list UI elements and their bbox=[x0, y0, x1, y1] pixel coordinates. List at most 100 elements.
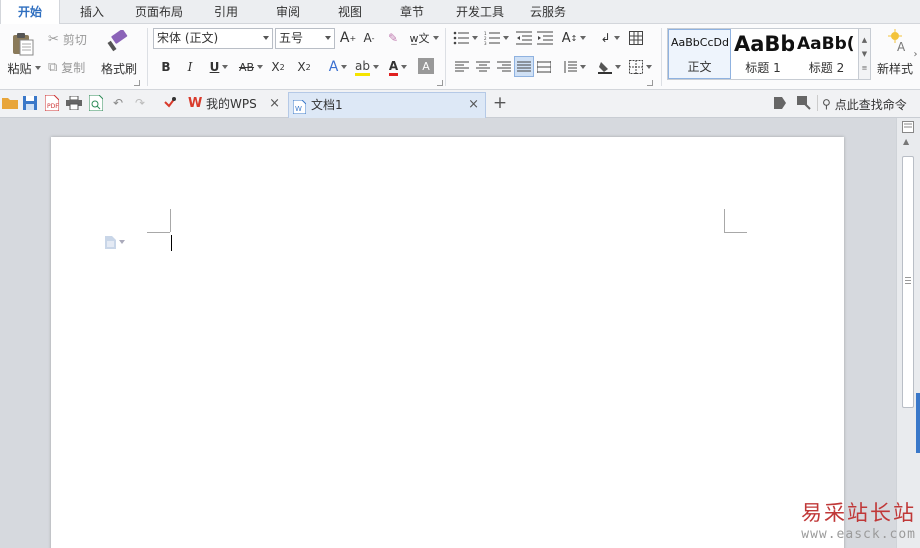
format-painter-icon[interactable] bbox=[104, 28, 132, 56]
share-icon[interactable] bbox=[796, 95, 812, 111]
clear-format-icon[interactable]: ✎ bbox=[384, 29, 402, 47]
side-panel-toggle[interactable] bbox=[916, 393, 920, 453]
justify-icon[interactable] bbox=[514, 56, 534, 77]
bold-icon[interactable]: B bbox=[157, 58, 175, 76]
borders-icon[interactable] bbox=[627, 58, 653, 76]
strikethrough-icon[interactable]: AB bbox=[236, 58, 266, 76]
highlight-icon[interactable]: ab bbox=[353, 58, 381, 76]
font-family-value: 宋体 (正文) bbox=[157, 31, 219, 45]
close-icon[interactable]: × bbox=[468, 93, 479, 117]
tab-page-layout[interactable]: 页面布局 bbox=[124, 0, 194, 24]
font-size-select[interactable]: 五号 bbox=[275, 28, 335, 49]
tab-references[interactable]: 引用 bbox=[196, 0, 256, 24]
table-icon[interactable] bbox=[627, 29, 645, 47]
scroll-thumb[interactable] bbox=[902, 156, 914, 408]
style-preview: AaBbCcDd bbox=[671, 36, 729, 49]
change-case-icon[interactable]: A ↕ bbox=[561, 29, 587, 47]
tab-home[interactable]: 开始 bbox=[0, 0, 60, 25]
divider bbox=[817, 95, 818, 111]
superscript-icon[interactable]: X2 bbox=[269, 58, 287, 76]
paste-label: 粘贴 bbox=[7, 61, 32, 76]
wps-logo-icon: W bbox=[188, 96, 203, 111]
bullet-list-icon[interactable] bbox=[451, 29, 479, 47]
export-pdf-icon[interactable]: PDF bbox=[44, 95, 60, 111]
numbered-list-icon[interactable]: 123 bbox=[482, 29, 510, 47]
scissors-icon: ✂ bbox=[48, 31, 59, 47]
chevron-up-icon[interactable]: ▲ bbox=[862, 36, 867, 44]
font-color-icon[interactable]: A bbox=[384, 58, 412, 76]
styles-scroll[interactable]: ▲ ▼ ≡ bbox=[859, 28, 871, 80]
format-painter-label: 格式刷 bbox=[100, 61, 137, 76]
undo-icon[interactable]: ↶ bbox=[110, 95, 126, 111]
new-style-icon[interactable]: A bbox=[886, 28, 912, 54]
copy-button[interactable]: ⧉ 复制 bbox=[48, 58, 96, 76]
paragraph-handle[interactable] bbox=[105, 235, 133, 249]
tab-cloud[interactable]: 云服务 bbox=[518, 0, 578, 24]
divider bbox=[661, 28, 662, 86]
style-heading-1[interactable]: AaBb 标题 1 bbox=[732, 29, 794, 79]
close-icon[interactable]: × bbox=[269, 92, 280, 116]
align-center-icon[interactable] bbox=[474, 58, 492, 76]
style-heading-2[interactable]: AaBb( 标题 2 bbox=[795, 29, 858, 79]
vertical-scrollbar[interactable]: ▲ bbox=[896, 118, 920, 548]
new-style-label: 新样式 bbox=[877, 61, 914, 76]
chevron-down-icon[interactable]: ▼ bbox=[862, 50, 867, 58]
copy-label: 复制 bbox=[61, 60, 86, 75]
tab-document-1[interactable]: W 文档1 × bbox=[288, 92, 486, 118]
split-view-icon[interactable] bbox=[902, 121, 914, 133]
style-normal[interactable]: AaBbCcDd 正文 bbox=[668, 29, 731, 79]
paste-icon[interactable] bbox=[6, 30, 40, 58]
paragraph-marks-icon[interactable]: ↲ bbox=[597, 29, 623, 47]
new-tab-icon[interactable]: + bbox=[492, 93, 508, 113]
underline-icon[interactable]: U bbox=[205, 58, 233, 76]
tab-view[interactable]: 视图 bbox=[320, 0, 380, 24]
tab-label: 我的WPS bbox=[206, 97, 257, 111]
redo-icon[interactable]: ↷ bbox=[132, 95, 148, 111]
print-icon[interactable] bbox=[66, 95, 82, 111]
italic-icon[interactable]: I bbox=[181, 58, 199, 76]
font-family-select[interactable]: 宋体 (正文) bbox=[153, 28, 273, 49]
format-painter-button[interactable]: 格式刷 bbox=[98, 59, 140, 77]
new-style-button[interactable]: 新样式 bbox=[877, 59, 920, 77]
grow-font-icon[interactable]: A + bbox=[339, 29, 357, 47]
scroll-up-icon[interactable]: ▲ bbox=[903, 137, 909, 146]
clipboard-launcher-icon[interactable] bbox=[134, 80, 140, 86]
watermark-title: 易采站长站 bbox=[801, 501, 916, 525]
save-icon[interactable] bbox=[22, 95, 38, 111]
cut-button[interactable]: ✂ 剪切 bbox=[48, 30, 96, 48]
text-caret bbox=[171, 235, 172, 251]
subscript-icon[interactable]: X2 bbox=[295, 58, 313, 76]
font-launcher-icon[interactable] bbox=[437, 80, 443, 86]
command-search[interactable]: ⚲ 点此查找命令 bbox=[822, 95, 920, 113]
pinyin-guide-icon[interactable]: w̲文 bbox=[409, 29, 439, 47]
paste-button[interactable]: 粘贴 bbox=[4, 59, 44, 77]
ribbon-more-icon[interactable]: › bbox=[911, 48, 920, 60]
collaboration-icon[interactable] bbox=[773, 95, 789, 111]
copy-icon: ⧉ bbox=[48, 59, 58, 75]
align-left-icon[interactable] bbox=[453, 58, 471, 76]
document-page[interactable] bbox=[51, 137, 844, 548]
paragraph-launcher-icon[interactable] bbox=[647, 80, 653, 86]
distributed-icon[interactable] bbox=[535, 58, 553, 76]
margin-mark bbox=[170, 209, 171, 232]
text-effect-icon[interactable]: A bbox=[325, 58, 351, 76]
tab-my-wps[interactable]: W 我的WPS × bbox=[184, 92, 286, 118]
shading-icon[interactable] bbox=[596, 58, 622, 76]
decrease-indent-icon[interactable] bbox=[515, 29, 533, 47]
shrink-font-icon[interactable]: A- bbox=[360, 29, 378, 47]
open-folder-icon[interactable] bbox=[2, 95, 18, 111]
increase-indent-icon[interactable] bbox=[536, 29, 554, 47]
pin-icon[interactable] bbox=[162, 95, 178, 111]
tab-section[interactable]: 章节 bbox=[382, 0, 442, 24]
print-preview-icon[interactable] bbox=[88, 95, 104, 111]
style-preview: AaBb( bbox=[797, 34, 855, 54]
align-right-icon[interactable] bbox=[495, 58, 513, 76]
line-spacing-icon[interactable] bbox=[561, 58, 587, 76]
char-shading-icon[interactable]: A bbox=[418, 58, 434, 74]
margin-mark bbox=[724, 232, 747, 233]
tab-insert[interactable]: 插入 bbox=[62, 0, 122, 24]
more-styles-icon[interactable]: ≡ bbox=[862, 64, 868, 72]
tab-developer[interactable]: 开发工具 bbox=[444, 0, 516, 24]
style-name: 正文 bbox=[687, 60, 712, 74]
tab-review[interactable]: 审阅 bbox=[258, 0, 318, 24]
